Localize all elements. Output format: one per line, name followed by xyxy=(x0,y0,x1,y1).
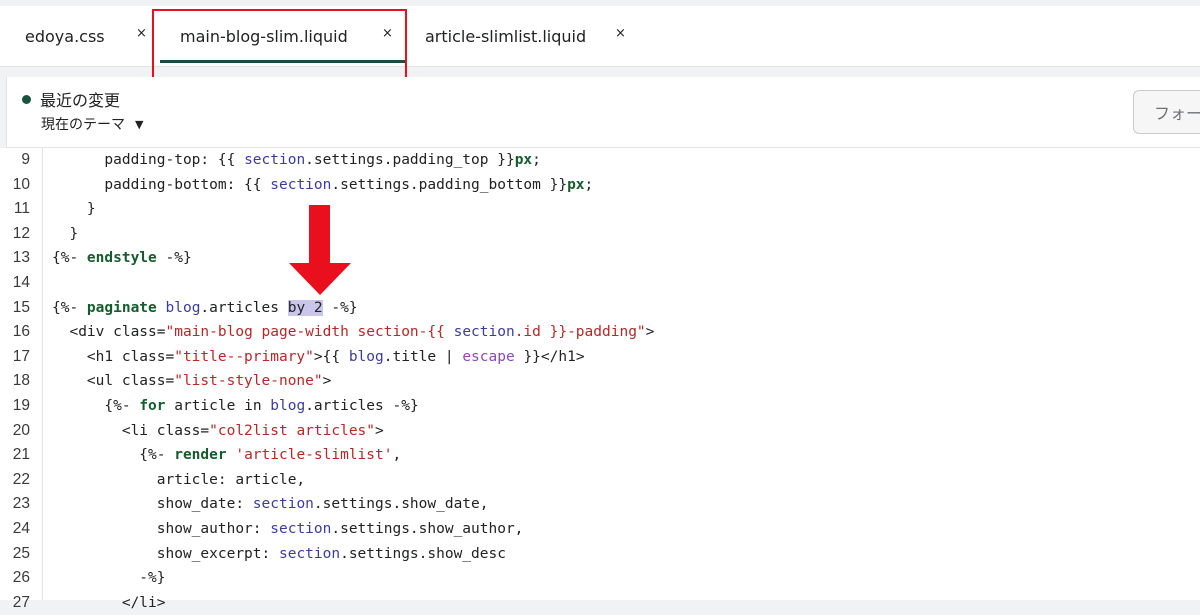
tab-strip: edoya.css × main-blog-slim.liquid × arti… xyxy=(0,6,1200,67)
code-line[interactable]: 12 } xyxy=(0,222,1200,247)
tab-label: main-blog-slim.liquid xyxy=(180,26,348,46)
line-number: 13 xyxy=(12,249,30,267)
line-number: 20 xyxy=(12,421,30,439)
code-line[interactable]: 14 xyxy=(0,271,1200,296)
theme-selector-label: 現在のテーマ xyxy=(41,117,125,133)
code-text: padding-top: {{ section.settings.padding… xyxy=(52,152,541,168)
tab-label: edoya.css xyxy=(25,26,105,46)
line-number: 27 xyxy=(12,593,30,611)
code-text: } xyxy=(52,201,96,218)
line-number: 15 xyxy=(12,298,30,316)
line-number: 16 xyxy=(12,323,30,341)
code-line[interactable]: 13 {%- endstyle -%} xyxy=(0,246,1200,271)
line-number: 9 xyxy=(21,151,30,168)
line-number: 14 xyxy=(12,274,30,291)
code-text: -%} xyxy=(52,570,166,587)
annotation-arrow-icon xyxy=(289,205,351,295)
line-number: 26 xyxy=(12,569,30,587)
code-text: <h1 class="title--primary">{{ blog.title… xyxy=(52,348,585,365)
code-text: show_author: section.settings.show_autho… xyxy=(52,521,524,537)
active-tab-indicator xyxy=(160,60,405,63)
line-number: 21 xyxy=(12,446,30,464)
code-line[interactable]: 18 <ul class="list-style-none"> xyxy=(0,369,1200,394)
code-text: <ul class="list-style-none"> xyxy=(52,373,332,390)
code-line[interactable]: 20 <li class="col2list articles"> xyxy=(0,419,1200,444)
code-line[interactable]: 23 show_date: section.settings.show_date… xyxy=(0,492,1200,517)
code-text: show_date: section.settings.show_date, xyxy=(52,496,489,513)
code-text: {%- paginate blog.articles by 2 -%} xyxy=(52,299,358,316)
code-editor[interactable]: 9 padding-top: {{ section.settings.paddi… xyxy=(0,148,1200,611)
caret-down-icon: ▼ xyxy=(135,117,144,131)
line-number: 17 xyxy=(12,347,30,365)
line-number: 12 xyxy=(12,224,30,242)
code-text: <li class="col2list articles"> xyxy=(52,422,384,439)
code-line[interactable]: 26 -%} xyxy=(0,566,1200,591)
code-line[interactable]: 27 </li> xyxy=(0,591,1200,615)
tab-edoya-css[interactable]: edoya.css × xyxy=(25,6,155,66)
line-number: 23 xyxy=(12,495,30,513)
line-number: 24 xyxy=(12,520,30,537)
code-line[interactable]: 16 <div class="main-blog page-width sect… xyxy=(0,320,1200,345)
line-number: 11 xyxy=(13,200,30,218)
code-line[interactable]: 17 <h1 class="title--primary">{{ blog.ti… xyxy=(0,345,1200,370)
tab-label: article-slimlist.liquid xyxy=(425,26,587,46)
code-line[interactable]: 11 } xyxy=(0,197,1200,222)
code-line[interactable]: 9 padding-top: {{ section.settings.paddi… xyxy=(0,148,1200,173)
code-text: {%- render 'article-slimlist', xyxy=(52,447,402,464)
line-number: 19 xyxy=(12,397,30,414)
code-line[interactable]: 21 {%- render 'article-slimlist', xyxy=(0,443,1200,468)
code-text: } xyxy=(52,225,79,242)
tab-bar: edoya.css × main-blog-slim.liquid × arti… xyxy=(0,0,1200,80)
close-icon[interactable]: × xyxy=(136,26,147,41)
close-icon[interactable]: × xyxy=(615,26,626,41)
format-button[interactable]: フォー xyxy=(1133,90,1200,134)
recent-changes-title: 最近の変更 xyxy=(40,91,121,110)
code-line[interactable]: 10 padding-bottom: {{ section.settings.p… xyxy=(0,173,1200,198)
recent-changes-header: 最近の変更 xyxy=(22,87,120,111)
line-number: 10 xyxy=(12,175,30,193)
line-number: 18 xyxy=(12,372,30,390)
theme-selector[interactable]: 現在のテーマ ▼ xyxy=(41,114,143,134)
code-line[interactable]: 25 show_excerpt: section.settings.show_d… xyxy=(0,542,1200,567)
code-line[interactable]: 15 {%- paginate blog.articles by 2 -%} xyxy=(0,296,1200,321)
code-text: padding-bottom: {{ section.settings.padd… xyxy=(52,176,594,193)
code-text: </li> xyxy=(52,594,166,611)
code-line[interactable]: 22 article: article, xyxy=(0,468,1200,493)
code-line[interactable]: 24 show_author: section.settings.show_au… xyxy=(0,517,1200,542)
line-number: 25 xyxy=(12,544,30,562)
tab-article-slimlist-liquid[interactable]: article-slimlist.liquid × xyxy=(425,6,635,66)
code-text: article: article, xyxy=(52,471,306,488)
code-text: {%- for article in blog.articles -%} xyxy=(52,398,419,414)
close-icon[interactable]: × xyxy=(382,26,393,41)
tab-main-blog-slim-liquid[interactable]: main-blog-slim.liquid × xyxy=(160,6,405,66)
line-number: 22 xyxy=(12,470,30,488)
code-line[interactable]: 19 {%- for article in blog.articles -%} xyxy=(0,394,1200,419)
status-dot-icon xyxy=(22,94,31,104)
code-text: {%- endstyle -%} xyxy=(52,250,192,267)
code-text: <div class="main-blog page-width section… xyxy=(52,324,655,341)
code-text: show_excerpt: section.settings.show_desc xyxy=(52,545,506,562)
